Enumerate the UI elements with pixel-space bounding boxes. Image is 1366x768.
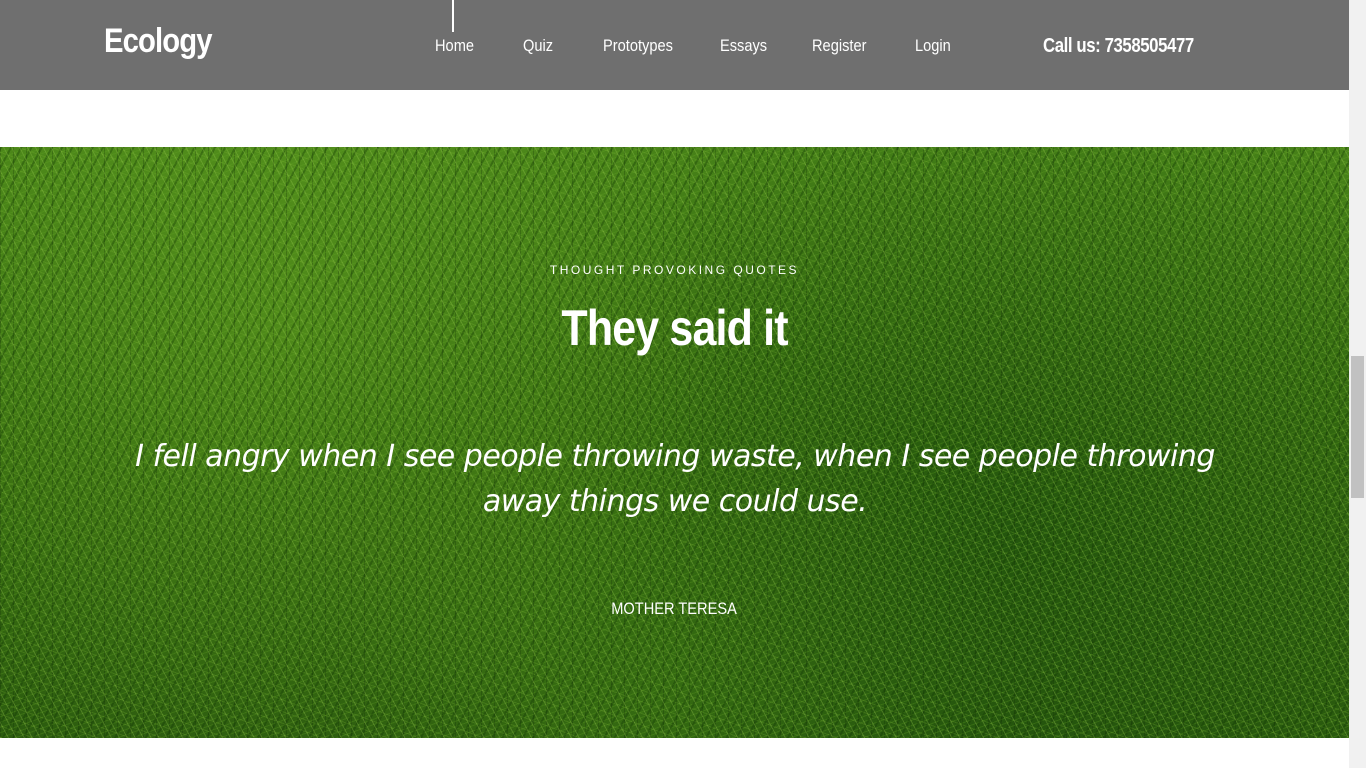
page: Ecology Home Quiz Prototypes Essays Regi… [0, 0, 1366, 768]
quote-author-text: MOTHER TERESA [611, 599, 738, 618]
nav-essays-link[interactable]: Essays [720, 36, 767, 56]
section-title-text: They said it [561, 300, 788, 356]
phone-number: Call us: 7358505477 [1043, 35, 1194, 57]
nav-home-link[interactable]: Home [435, 36, 474, 56]
nav-login-link[interactable]: Login [915, 36, 951, 56]
nav-prototypes-link[interactable]: Prototypes [603, 36, 673, 56]
scrollbar-thumb[interactable] [1351, 356, 1364, 498]
section-title: They said it [0, 299, 1349, 357]
quote-author: MOTHER TERESA [0, 599, 1349, 619]
nav-register-link[interactable]: Register [812, 36, 866, 56]
vertical-scrollbar[interactable] [1349, 0, 1366, 768]
section-eyebrow: THOUGHT PROVOKING QUOTES [549, 263, 800, 277]
quotes-section: THOUGHT PROVOKING QUOTES They said it I … [0, 147, 1349, 738]
top-navbar: Ecology Home Quiz Prototypes Essays Regi… [0, 0, 1349, 90]
active-nav-indicator [452, 0, 454, 32]
nav-quiz-link[interactable]: Quiz [523, 36, 553, 56]
quote-text: I fell angry when I see people throwing … [135, 439, 1215, 519]
